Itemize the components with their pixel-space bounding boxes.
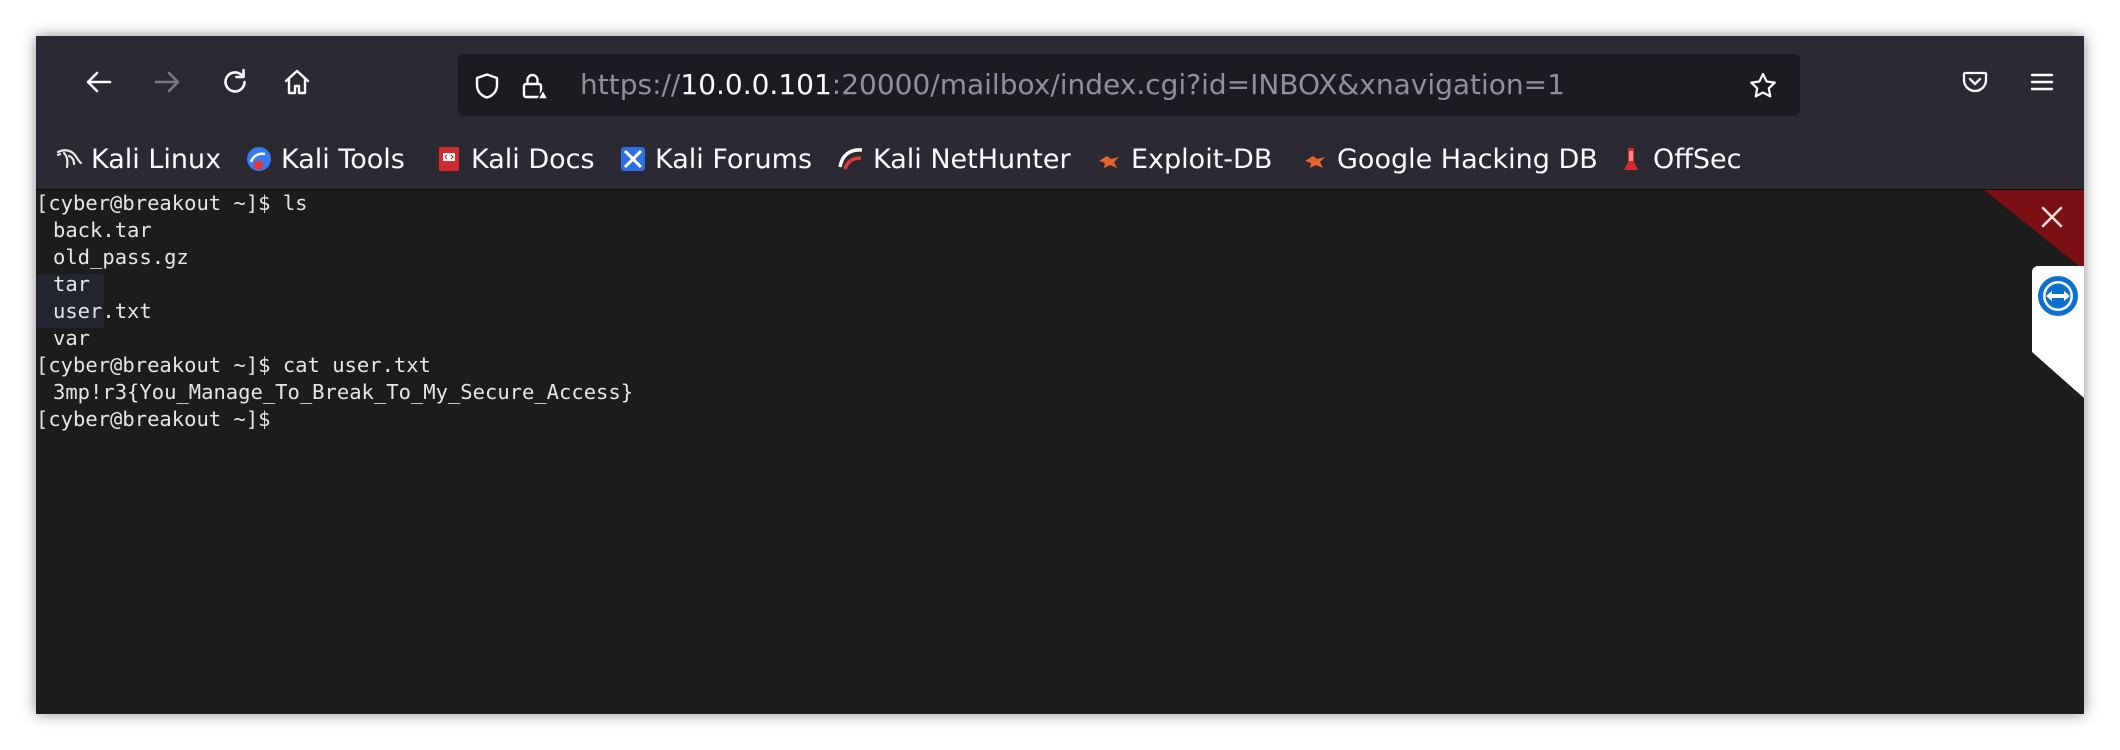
bookmark-label: Kali Linux xyxy=(91,143,222,175)
tracking-protection-shield-icon[interactable] xyxy=(472,71,502,101)
bookmark-kali-linux[interactable]: Kali Linux xyxy=(54,142,221,176)
bookmark-kali-tools[interactable]: Kali Tools xyxy=(244,142,405,176)
kali-forums-icon xyxy=(618,144,648,174)
browser-window: https://10.0.0.101:20000/mailbox/index.c… xyxy=(36,36,2084,714)
url-text[interactable]: https://10.0.0.101:20000/mailbox/index.c… xyxy=(580,68,1565,102)
teamviewer-panel[interactable] xyxy=(2032,266,2084,406)
bookmark-kali-forums[interactable]: Kali Forums xyxy=(618,142,812,176)
address-bar[interactable]: https://10.0.0.101:20000/mailbox/index.c… xyxy=(458,54,1800,116)
terminal-output[interactable]: [cyber@breakout ~]$ ls back.tar old_pass… xyxy=(36,190,2084,714)
kali-dragon-icon xyxy=(54,144,84,174)
url-scheme: https:// xyxy=(580,68,681,101)
bookmark-label: Kali NetHunter xyxy=(873,143,1071,175)
forward-arrow-icon[interactable] xyxy=(146,61,188,103)
offsec-icon xyxy=(1616,144,1646,174)
terminal-prompt-line: [cyber@breakout ~]$ ls xyxy=(36,191,308,215)
pocket-icon[interactable] xyxy=(1954,61,1996,103)
terminal-output-line: tar xyxy=(53,272,91,296)
navigation-toolbar: https://10.0.0.101:20000/mailbox/index.c… xyxy=(36,36,2084,126)
bookmark-google-hacking-db[interactable]: Google Hacking DB xyxy=(1300,142,1598,176)
bookmark-label: Google Hacking DB xyxy=(1337,143,1598,175)
terminal-output-line: 3mp!r3{You_Manage_To_Break_To_My_Secure_… xyxy=(53,380,634,404)
insecure-lock-icon[interactable] xyxy=(520,71,550,101)
reload-icon[interactable] xyxy=(214,61,256,103)
kali-nethunter-icon xyxy=(836,144,866,174)
terminal-output-line: var xyxy=(53,326,91,350)
kali-docs-icon xyxy=(434,144,464,174)
url-host: 10.0.0.101 xyxy=(680,68,832,101)
terminal-output-line: old_pass.gz xyxy=(53,245,189,269)
kali-tools-icon xyxy=(244,144,274,174)
home-icon[interactable] xyxy=(276,61,318,103)
bookmark-label: OffSec xyxy=(1653,143,1742,175)
teamviewer-close-corner[interactable] xyxy=(1984,190,2084,270)
terminal-output-line: user.txt xyxy=(53,299,152,323)
bookmarks-toolbar: Kali Linux Kali Tools Kali Docs Kali For… xyxy=(36,126,2084,190)
ghdb-icon xyxy=(1300,144,1330,174)
url-path: :20000/mailbox/index.cgi?id=INBOX&xnavig… xyxy=(831,68,1565,101)
terminal-output-line: back.tar xyxy=(53,218,152,242)
teamviewer-icon xyxy=(2038,276,2078,316)
back-arrow-icon[interactable] xyxy=(78,61,120,103)
bookmark-label: Kali Docs xyxy=(471,143,595,175)
bookmark-offsec[interactable]: OffSec xyxy=(1616,142,1741,176)
bookmark-label: Kali Tools xyxy=(281,143,405,175)
bookmark-label: Exploit-DB xyxy=(1131,143,1273,175)
exploit-db-icon xyxy=(1094,144,1124,174)
bookmark-exploit-db[interactable]: Exploit-DB xyxy=(1094,142,1272,176)
bookmark-kali-docs[interactable]: Kali Docs xyxy=(434,142,595,176)
bookmark-star-icon[interactable] xyxy=(1748,71,1778,101)
bookmark-kali-nethunter[interactable]: Kali NetHunter xyxy=(836,142,1071,176)
terminal-prompt-line: [cyber@breakout ~]$ cat user.txt xyxy=(36,353,431,377)
terminal-prompt-line: [cyber@breakout ~]$ xyxy=(36,407,271,431)
hamburger-menu-icon[interactable] xyxy=(2021,61,2063,103)
bookmark-label: Kali Forums xyxy=(655,143,813,175)
